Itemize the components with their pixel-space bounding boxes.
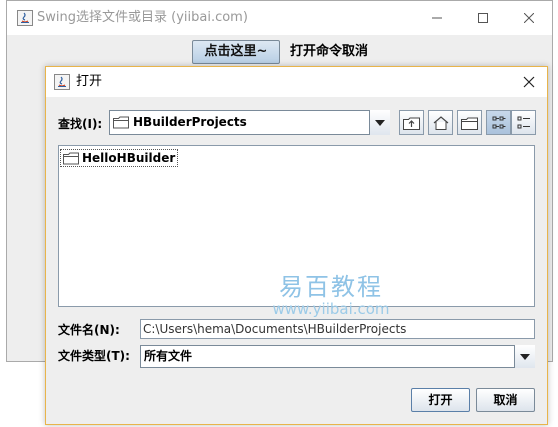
up-one-level-button[interactable]: [399, 110, 424, 135]
open-button[interactable]: 打开: [411, 388, 470, 412]
java-icon: [54, 74, 70, 90]
home-icon: [433, 115, 448, 130]
status-label: 打开命令取消: [290, 44, 369, 59]
chevron-down-icon: [520, 353, 530, 360]
file-list[interactable]: HelloHBuilder: [58, 145, 535, 307]
file-type-dropdown-arrow[interactable]: [514, 345, 535, 368]
up-one-level-icon: [403, 117, 420, 130]
file-type-label: 文件类型(T):: [58, 349, 130, 363]
dialog-close-button[interactable]: [518, 71, 540, 93]
list-item[interactable]: HelloHBuilder: [60, 149, 179, 167]
file-type-value: 所有文件: [144, 349, 193, 363]
list-item-label: HelloHBuilder: [82, 151, 176, 165]
cancel-button[interactable]: 取消: [476, 388, 535, 412]
main-titlebar[interactable]: Swing选择文件或目录 (yiibai.com): [7, 1, 552, 35]
java-icon: [17, 10, 33, 26]
open-file-dialog: 打开 查找(I): HBuilderProjects HelloHBuilder…: [45, 66, 548, 425]
folder-icon: [63, 152, 79, 164]
new-folder-button[interactable]: [457, 110, 482, 135]
click-here-button[interactable]: 点击这里~: [192, 40, 280, 64]
new-folder-icon: [461, 117, 478, 130]
dialog-title: 打开: [76, 74, 103, 89]
dialog-titlebar[interactable]: 打开: [46, 67, 547, 97]
list-view-icon: [492, 116, 505, 128]
details-view-button[interactable]: [511, 110, 536, 135]
close-button[interactable]: [506, 1, 552, 35]
minimize-icon: [432, 17, 442, 19]
details-view-icon: [517, 116, 530, 128]
look-in-combo[interactable]: HBuilderProjects: [109, 110, 390, 135]
close-icon: [523, 76, 535, 88]
folder-icon: [113, 116, 129, 129]
file-name-label: 文件名(N):: [58, 323, 120, 337]
file-name-input[interactable]: C:\Users\hema\Documents\HBuilderProjects: [140, 319, 535, 339]
look-in-value: HBuilderProjects: [133, 115, 247, 129]
look-in-dropdown-arrow[interactable]: [369, 110, 390, 135]
chevron-down-icon: [375, 119, 385, 126]
minimize-button[interactable]: [414, 1, 460, 35]
file-type-combo[interactable]: 所有文件: [140, 345, 535, 368]
close-icon: [524, 13, 534, 23]
maximize-icon: [478, 13, 488, 23]
home-button[interactable]: [428, 110, 453, 135]
maximize-button[interactable]: [460, 1, 506, 35]
look-in-label: 查找(I):: [58, 117, 103, 131]
window-title: Swing选择文件或目录 (yiibai.com): [37, 10, 248, 25]
list-view-button[interactable]: [486, 110, 511, 135]
